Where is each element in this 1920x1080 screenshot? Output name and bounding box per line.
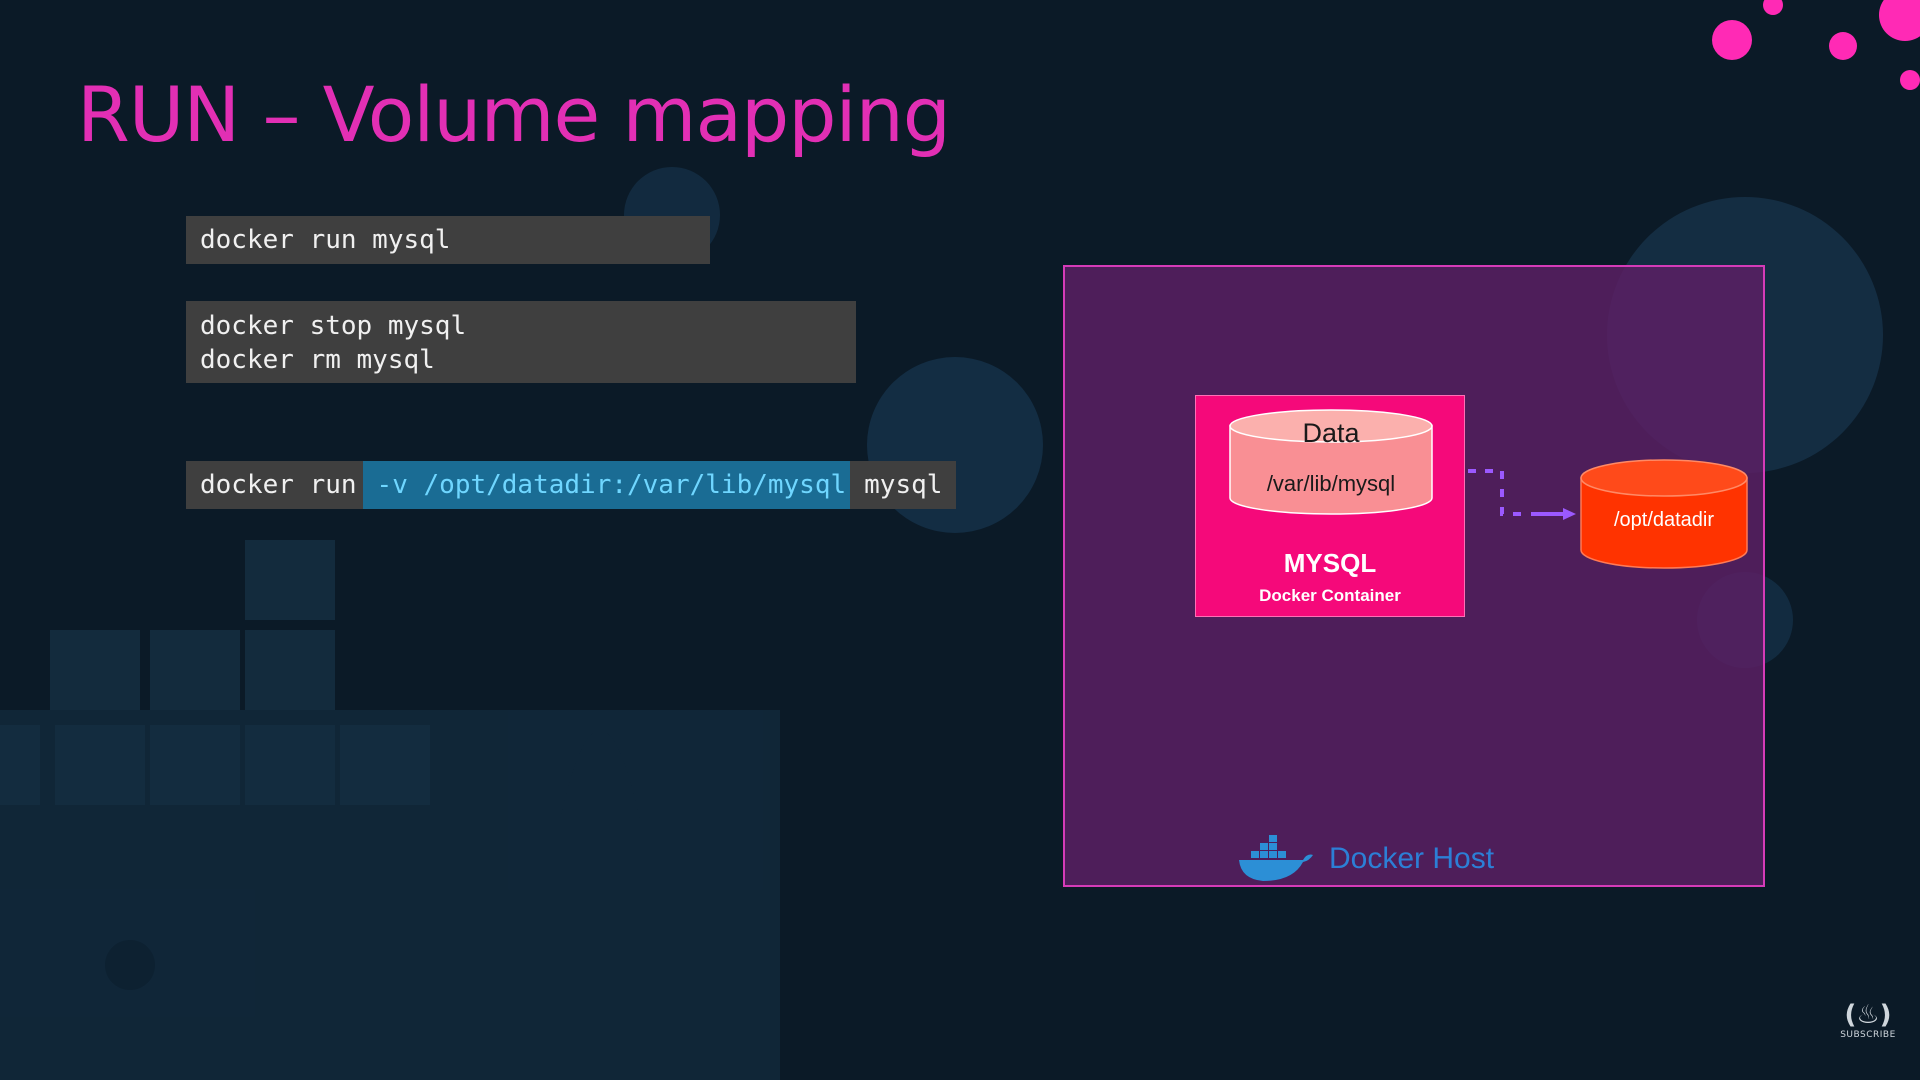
data-label: Data	[1302, 418, 1360, 448]
code-block-volume: docker run -v /opt/datadir:/var/lib/mysq…	[186, 461, 957, 509]
docker-host-box: Data /var/lib/mysql MYSQL Docker Contain…	[1063, 265, 1765, 887]
command-run: docker run mysql	[200, 225, 451, 255]
code-block-stop-rm: docker stop mysql docker rm mysql	[186, 301, 856, 383]
freecodecamp-logo[interactable]: (♨) SUBSCRIBE	[1838, 1000, 1898, 1040]
subscribe-label: SUBSCRIBE	[1840, 1030, 1896, 1040]
host-path-label: /opt/datadir	[1614, 509, 1714, 531]
container-path-label: /var/lib/mysql	[1267, 471, 1395, 496]
command-volume-prefix: docker run	[200, 470, 357, 500]
slide-title: RUN – Volume mapping	[77, 70, 951, 159]
docker-whale-icon	[1239, 835, 1313, 881]
command-volume-suffix: mysql	[864, 470, 943, 500]
mysql-container: Data /var/lib/mysql MYSQL Docker Contain…	[1195, 395, 1465, 617]
command-stop: docker stop mysql	[200, 311, 467, 341]
arrow-head-right	[1563, 508, 1576, 520]
container-name: MYSQL	[1283, 548, 1377, 578]
command-volume-flag-highlight: -v /opt/datadir:/var/lib/mysql	[362, 461, 851, 509]
host-volume-cylinder: /opt/datadir	[1580, 459, 1748, 569]
docker-host-label: Docker Host	[1329, 842, 1495, 875]
data-cylinder: Data /var/lib/mysql	[1229, 409, 1433, 515]
command-rm: docker rm mysql	[200, 345, 435, 375]
container-type: Docker Container	[1259, 586, 1401, 605]
code-block-run: docker run mysql	[186, 216, 710, 264]
fcc-flame-icon: (♨)	[1844, 1000, 1892, 1030]
